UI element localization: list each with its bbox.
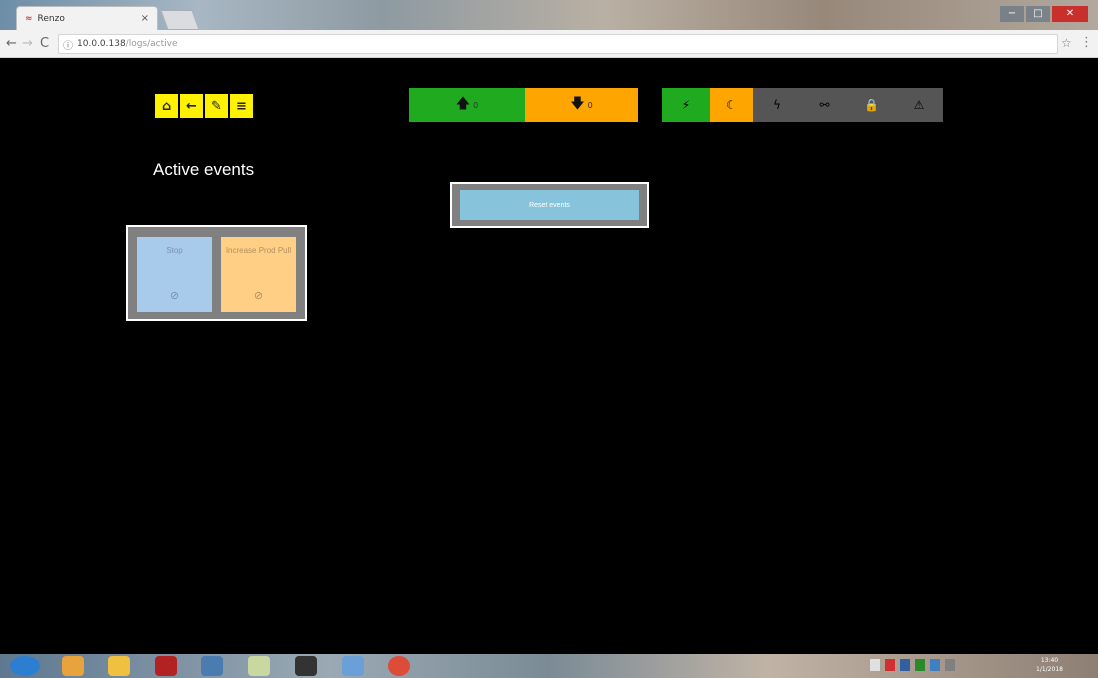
indicator-warning[interactable]: ⚠ (895, 88, 943, 122)
site-info-icon[interactable]: ⓘ (63, 37, 73, 52)
home-icon: ⌂ (161, 98, 172, 114)
tray-network-icon[interactable] (900, 659, 910, 671)
chrome-icon[interactable] (388, 656, 410, 676)
tray-flag-icon[interactable] (870, 659, 880, 671)
address-bar[interactable]: ⓘ 10.0.0.138/logs/active (58, 34, 1058, 54)
browser-titlebar: ≈ Renzo × − □ ✕ (0, 0, 1098, 30)
moon-icon: ☾ (726, 98, 737, 112)
settings-button[interactable]: ✎ (205, 94, 228, 118)
renzo-logo-icon: ≈ (25, 13, 33, 24)
indicator-link[interactable]: ⚯ (801, 88, 848, 122)
notepad-icon[interactable] (248, 656, 270, 676)
hamburger-icon: ≡ (236, 98, 247, 114)
plug-icon: ⚡ (681, 98, 691, 112)
usb-tool-icon[interactable] (295, 656, 317, 676)
network-app-icon[interactable] (201, 656, 223, 676)
os-taskbar: 13:40 1/1/2018 (0, 654, 1098, 678)
tray-bluetooth-icon[interactable] (930, 659, 940, 671)
status-down[interactable]: 🡇 0 (525, 88, 638, 122)
indicator-lightning[interactable]: ϟ (753, 88, 801, 122)
start-button[interactable] (10, 656, 40, 676)
maximize-button[interactable]: □ (1026, 6, 1050, 22)
url-host: 10.0.0.138 (77, 39, 126, 49)
reload-icon[interactable]: C (40, 36, 49, 52)
lock-icon: 🔒 (864, 98, 879, 112)
clock-time: 13:40 (1040, 657, 1059, 664)
reset-events-button[interactable]: Reset events (460, 190, 639, 220)
minimize-button[interactable]: − (1000, 6, 1024, 22)
indicator-moon[interactable]: ☾ (710, 88, 753, 122)
clock-date: 1/1/2018 (1036, 666, 1063, 673)
url-path: /logs/active (125, 39, 178, 49)
acknowledge-icon[interactable]: ⊘ (254, 289, 263, 302)
arrow-left-icon: ← (186, 98, 197, 114)
window-controls: − □ ✕ (1000, 6, 1088, 22)
system-tray (870, 659, 955, 671)
lightning-icon: ϟ (773, 98, 781, 112)
close-window-button[interactable]: ✕ (1052, 6, 1088, 22)
arrow-down-icon: 🡇 (570, 96, 585, 112)
file-explorer-icon[interactable] (108, 656, 130, 676)
event-card-increase-prod-pull[interactable]: Increase Prod Pull ⊘ (221, 237, 296, 312)
browser-toolbar: ← → C ⓘ 10.0.0.138/logs/active ☆ ⋮ (0, 30, 1098, 58)
back-arrow-icon[interactable]: ← (6, 36, 17, 52)
tray-antivirus-icon[interactable] (885, 659, 895, 671)
acknowledge-icon[interactable]: ⊘ (170, 289, 179, 302)
back-button[interactable]: ← (180, 94, 203, 118)
forward-arrow-icon[interactable]: → (22, 36, 33, 52)
page-title: Active events (153, 160, 255, 179)
tab-close-icon[interactable]: × (141, 13, 149, 24)
tab-title: Renzo (37, 13, 65, 24)
new-tab-button[interactable] (160, 10, 200, 30)
event-card-stop[interactable]: Stop ⊘ (137, 237, 212, 312)
link-icon: ⚯ (819, 98, 830, 112)
arrow-up-icon: 🡅 (455, 96, 471, 112)
bookmark-star-icon[interactable]: ☆ (1061, 36, 1072, 50)
event-label: Stop (166, 246, 183, 255)
up-count: 0 (473, 100, 479, 110)
menu-button[interactable]: ≡ (230, 94, 253, 118)
browser-tab[interactable]: ≈ Renzo × (16, 6, 158, 30)
home-button[interactable]: ⌂ (155, 94, 178, 118)
status-up[interactable]: 🡅 0 (409, 88, 525, 122)
indicator-lock[interactable]: 🔒 (848, 88, 895, 122)
remote-desktop-icon[interactable] (342, 656, 364, 676)
system-clock[interactable]: 13:40 1/1/2018 (1036, 656, 1063, 674)
event-label: Increase Prod Pull (225, 246, 292, 255)
browser-menu-icon[interactable]: ⋮ (1080, 35, 1093, 50)
reset-events-frame: Reset events (450, 182, 649, 228)
warning-icon: ⚠ (913, 98, 925, 112)
media-player-icon[interactable] (62, 656, 84, 676)
tray-volume-icon[interactable] (945, 659, 955, 671)
active-events-panel: Stop ⊘ Increase Prod Pull ⊘ (126, 225, 307, 321)
filezilla-icon[interactable] (155, 656, 177, 676)
tray-update-icon[interactable] (915, 659, 925, 671)
wrench-icon: ✎ (211, 98, 222, 114)
down-count: 0 (587, 100, 593, 110)
indicator-plug[interactable]: ⚡ (662, 88, 710, 122)
